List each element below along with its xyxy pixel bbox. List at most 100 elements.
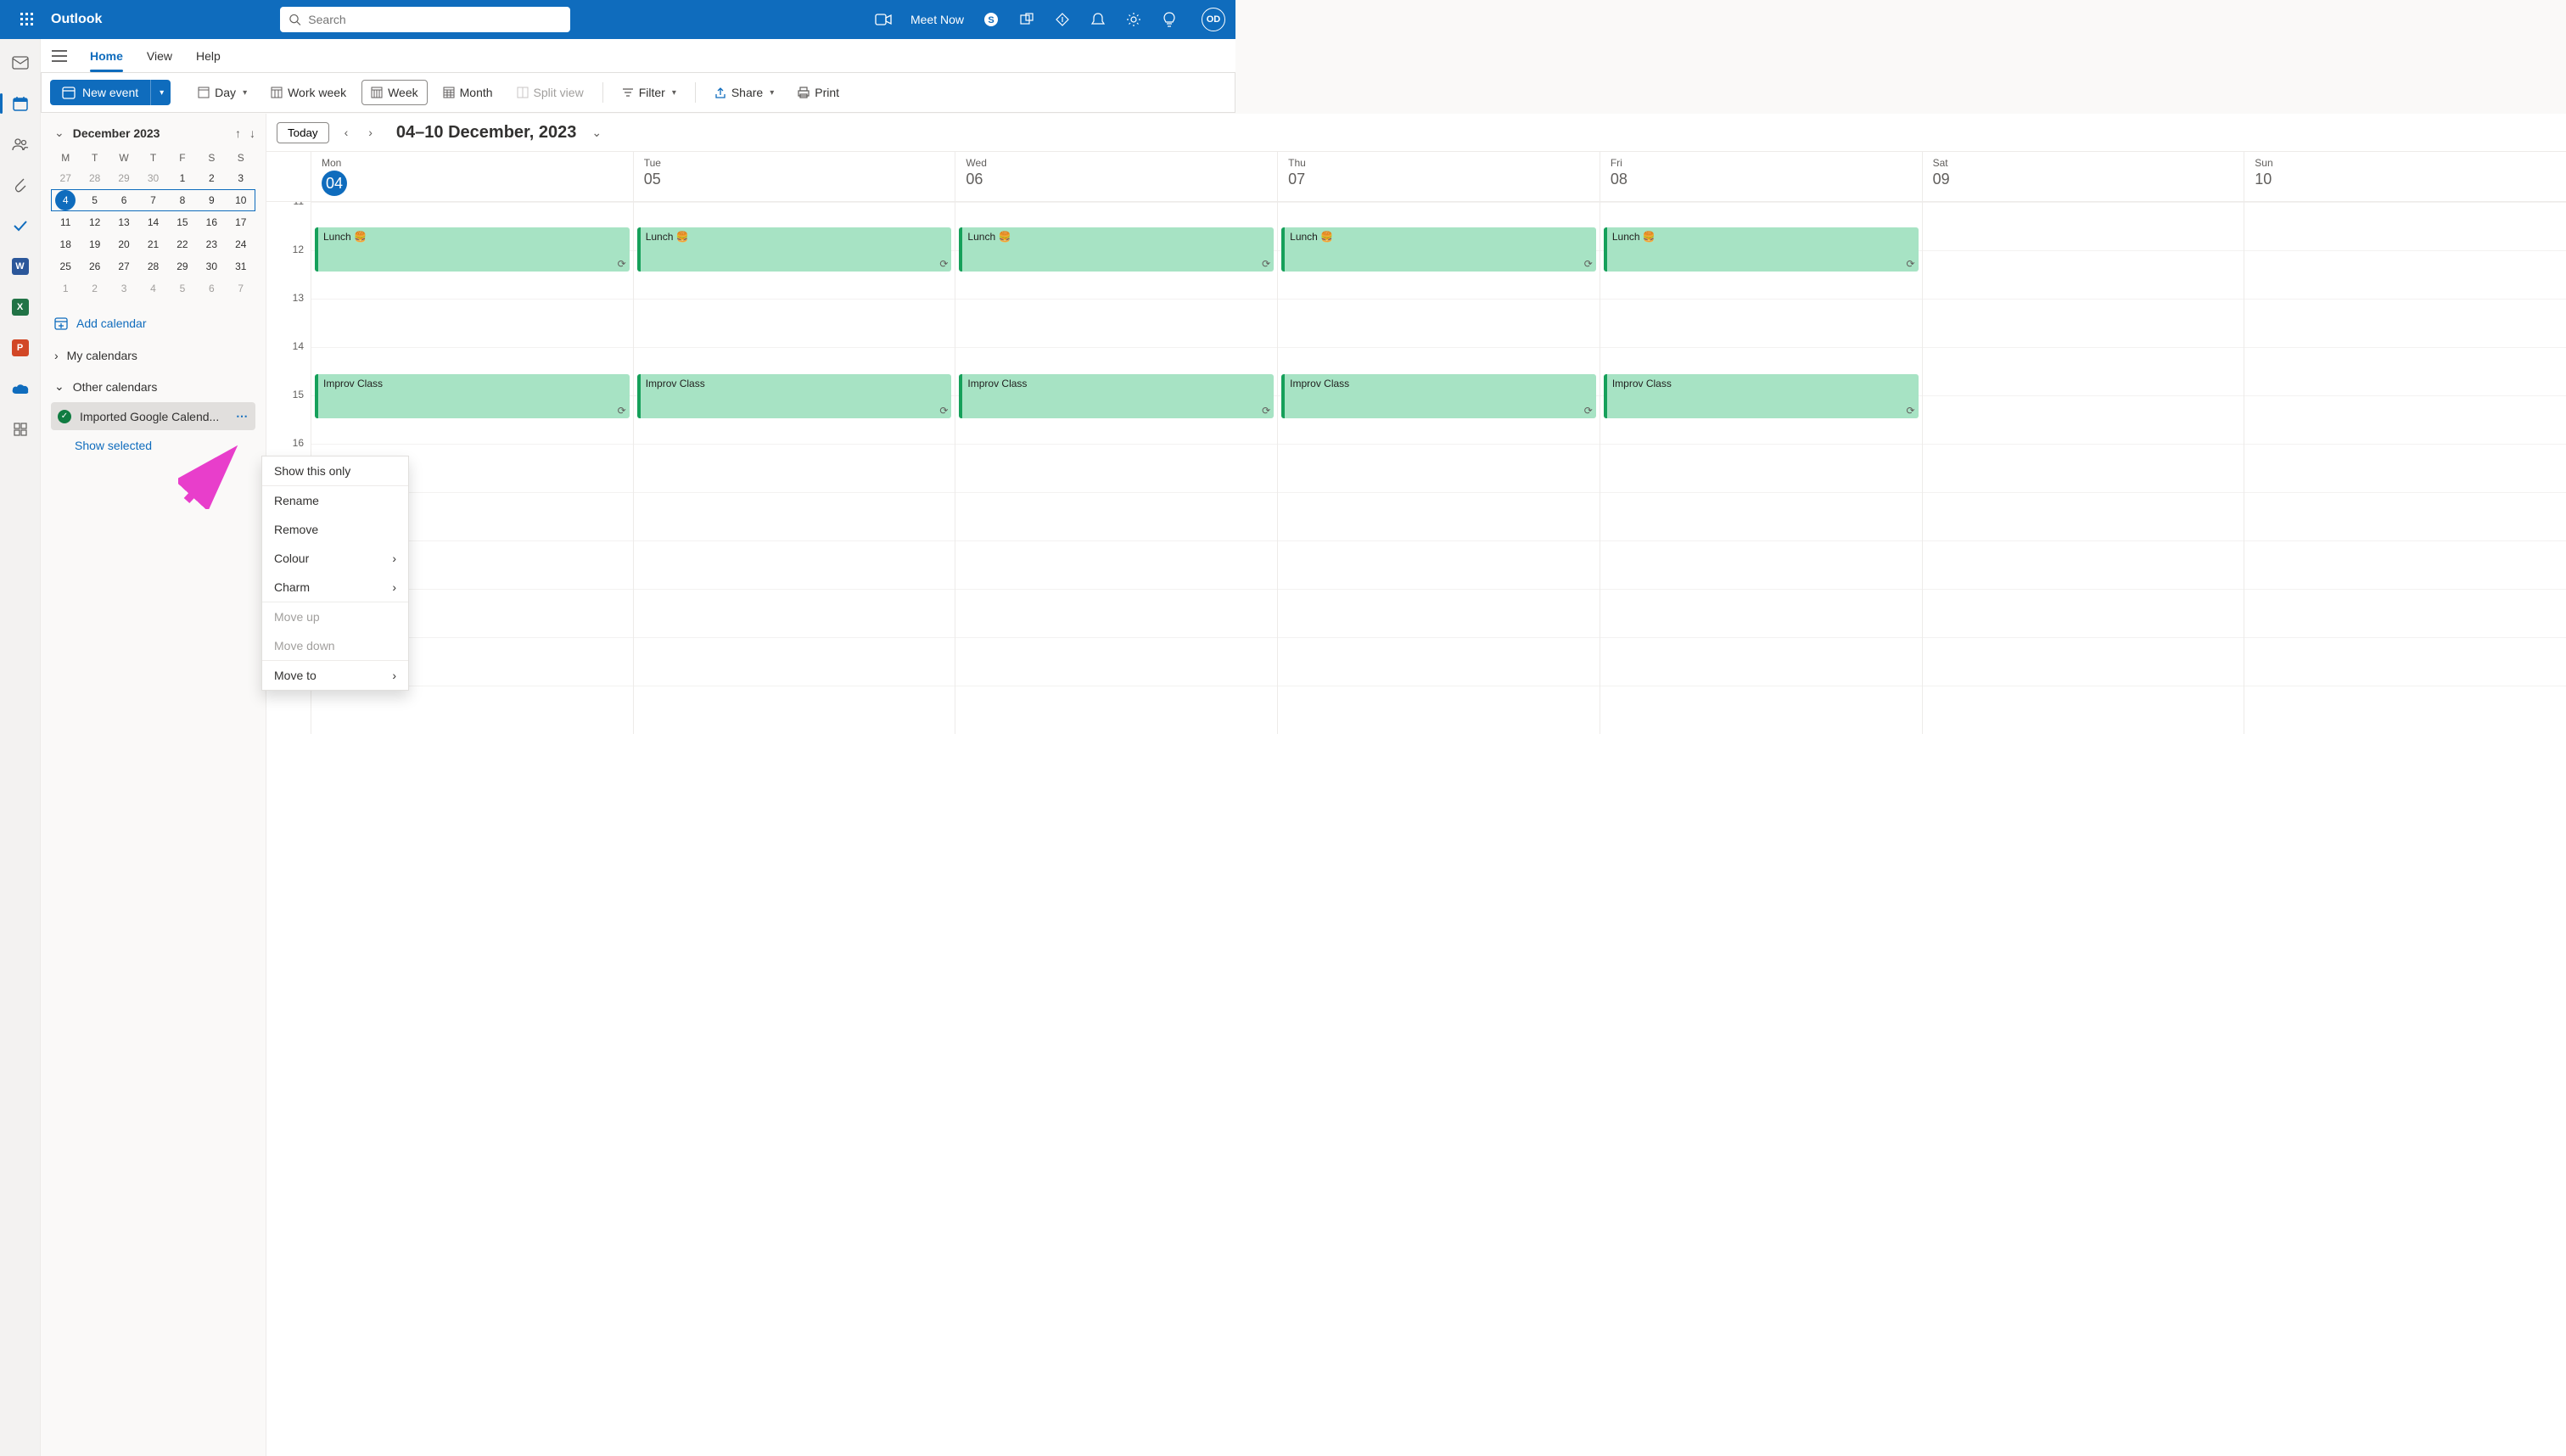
mini-day-cell[interactable]: 30 [197, 255, 226, 277]
event-lunch[interactable]: Lunch 🍔⟳ [1604, 227, 1919, 272]
mini-day-cell[interactable]: 20 [109, 233, 138, 255]
rail-todo[interactable] [7, 214, 34, 238]
event-lunch[interactable]: Lunch 🍔⟳ [1281, 227, 1596, 272]
ctx-show-only[interactable]: Show this only [262, 456, 408, 485]
settings-icon[interactable] [1125, 11, 1142, 28]
mini-day-cell[interactable]: 10 [227, 189, 255, 211]
filter-button[interactable]: Filter▾ [613, 80, 685, 105]
day-header-cell[interactable]: Fri08 [1600, 152, 1922, 201]
mini-day-cell[interactable]: 17 [227, 211, 255, 233]
app-launcher[interactable] [10, 13, 44, 26]
mini-day-cell[interactable]: 16 [197, 211, 226, 233]
mini-day-cell[interactable]: 7 [227, 277, 255, 300]
tab-help[interactable]: Help [184, 39, 233, 72]
mini-day-cell[interactable]: 21 [138, 233, 167, 255]
mini-day-cell[interactable]: 5 [80, 189, 109, 211]
day-header-cell[interactable]: Tue05 [633, 152, 955, 201]
ctx-charm[interactable]: Charm› [262, 573, 408, 602]
prev-month[interactable]: ↑ [235, 126, 241, 140]
mini-day-cell[interactable]: 27 [109, 255, 138, 277]
day-header-cell[interactable]: Sat09 [1922, 152, 2244, 201]
rail-files[interactable] [7, 173, 34, 197]
teams-icon[interactable] [1018, 11, 1035, 28]
mini-day-cell[interactable]: 7 [138, 189, 167, 211]
event-improv[interactable]: Improv Class⟳ [315, 374, 630, 418]
mini-day-cell[interactable]: 9 [197, 189, 226, 211]
month-collapse[interactable]: ⌄ [54, 126, 64, 140]
notifications-icon[interactable] [1090, 11, 1107, 28]
mini-day-cell[interactable]: 11 [51, 211, 80, 233]
event-improv[interactable]: Improv Class⟳ [1604, 374, 1919, 418]
rail-people[interactable] [7, 132, 34, 156]
new-event-dropdown[interactable]: ▾ [150, 80, 171, 105]
today-button[interactable]: Today [277, 122, 329, 143]
mini-day-cell[interactable]: 6 [197, 277, 226, 300]
day-header-cell[interactable]: Sun10 [2244, 152, 2566, 201]
range-dropdown[interactable]: ⌄ [586, 126, 607, 140]
event-improv[interactable]: Improv Class⟳ [1281, 374, 1596, 418]
mini-day-cell[interactable]: 18 [51, 233, 80, 255]
show-selected-link[interactable]: Show selected [51, 430, 255, 461]
diamond-icon[interactable] [1054, 11, 1071, 28]
meet-now-button[interactable]: Meet Now [910, 13, 964, 26]
mini-day-cell[interactable]: 25 [51, 255, 80, 277]
search-box[interactable] [280, 7, 570, 32]
next-month[interactable]: ↓ [249, 126, 255, 140]
mini-day-cell[interactable]: 1 [51, 277, 80, 300]
rail-calendar[interactable] [7, 92, 34, 115]
day-header-cell[interactable]: Wed06 [955, 152, 1277, 201]
mini-day-cell[interactable]: 1 [168, 167, 197, 189]
day-column[interactable]: Lunch 🍔⟳ Improv Class⟳ [1600, 202, 1922, 734]
mini-day-cell[interactable]: 4 [55, 190, 76, 210]
prev-week[interactable]: ‹ [339, 126, 354, 139]
mini-day-cell[interactable]: 13 [109, 211, 138, 233]
my-calendars-group[interactable]: › My calendars [51, 340, 255, 371]
mini-day-cell[interactable]: 31 [227, 255, 255, 277]
calendar-more-icon[interactable]: ⋯ [236, 409, 249, 423]
ctx-move-to[interactable]: Move to› [262, 661, 408, 690]
calendar-item-imported[interactable]: ✓ Imported Google Calend... ⋯ [51, 402, 255, 430]
day-column[interactable]: Lunch 🍔⟳ Improv Class⟳ [1277, 202, 1600, 734]
rail-more-apps[interactable] [7, 417, 34, 441]
mini-day-cell[interactable]: 4 [138, 277, 167, 300]
rail-word[interactable]: W [7, 255, 34, 278]
new-event-button[interactable]: New event [50, 80, 150, 105]
print-button[interactable]: Print [789, 80, 848, 105]
event-improv[interactable]: Improv Class⟳ [637, 374, 952, 418]
ctx-colour[interactable]: Colour› [262, 544, 408, 573]
event-improv[interactable]: Improv Class⟳ [959, 374, 1274, 418]
add-calendar[interactable]: Add calendar [51, 306, 255, 340]
mini-day-cell[interactable]: 23 [197, 233, 226, 255]
share-button[interactable]: Share▾ [706, 80, 782, 105]
mini-day-cell[interactable]: 3 [227, 167, 255, 189]
view-week[interactable]: Week [361, 80, 428, 105]
event-lunch[interactable]: Lunch 🍔⟳ [315, 227, 630, 272]
mini-day-cell[interactable]: 30 [138, 167, 167, 189]
ctx-remove[interactable]: Remove [262, 515, 408, 544]
other-calendars-group[interactable]: ⌄ Other calendars [51, 371, 255, 402]
mini-day-cell[interactable]: 27 [51, 167, 80, 189]
mini-day-cell[interactable]: 3 [109, 277, 138, 300]
mini-day-cell[interactable]: 14 [138, 211, 167, 233]
mini-day-cell[interactable]: 28 [138, 255, 167, 277]
rail-excel[interactable]: X [7, 295, 34, 319]
skype-icon[interactable]: S [983, 11, 1000, 28]
video-icon[interactable] [875, 11, 892, 28]
event-lunch[interactable]: Lunch 🍔⟳ [637, 227, 952, 272]
tab-view[interactable]: View [135, 39, 184, 72]
mini-day-cell[interactable]: 22 [168, 233, 197, 255]
mini-day-cell[interactable]: 6 [109, 189, 138, 211]
next-week[interactable]: › [363, 126, 378, 139]
mini-day-cell[interactable]: 19 [80, 233, 109, 255]
mini-day-cell[interactable]: 12 [80, 211, 109, 233]
rail-powerpoint[interactable]: P [7, 336, 34, 360]
mini-day-cell[interactable]: 2 [80, 277, 109, 300]
search-input[interactable] [308, 13, 562, 26]
day-column[interactable] [2244, 202, 2566, 734]
mini-day-cell[interactable]: 26 [80, 255, 109, 277]
mini-day-cell[interactable]: 29 [168, 255, 197, 277]
event-lunch[interactable]: Lunch 🍔⟳ [959, 227, 1274, 272]
mini-day-cell[interactable]: 28 [80, 167, 109, 189]
ctx-rename[interactable]: Rename [262, 486, 408, 515]
rail-mail[interactable] [7, 51, 34, 75]
